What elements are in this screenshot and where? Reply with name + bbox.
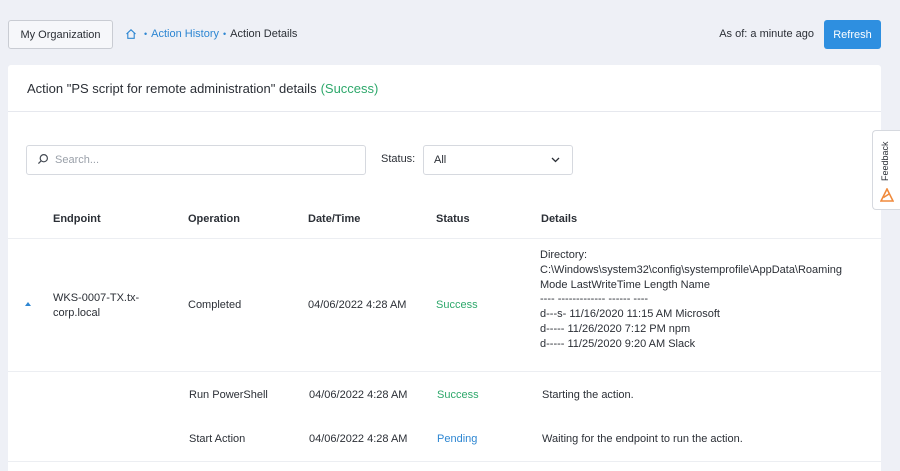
table-row[interactable]: Start Action 04/06/2022 4:28 AM Pending … xyxy=(8,417,881,462)
feedback-label: Feedback xyxy=(880,141,890,181)
chevron-down-icon xyxy=(551,154,560,166)
my-organization-button[interactable]: My Organization xyxy=(8,20,113,49)
search-box[interactable] xyxy=(26,145,366,175)
top-bar: My Organization • Action History • Actio… xyxy=(0,0,900,66)
endpoint-name-line1: WKS-0007-TX.tx- xyxy=(53,292,140,304)
column-header-endpoint[interactable]: Endpoint xyxy=(53,213,101,225)
status-filter-value: All xyxy=(434,154,447,166)
datetime-cell: 04/06/2022 4:28 AM xyxy=(309,433,408,445)
status-filter-select[interactable]: All xyxy=(423,145,573,175)
status-cell: Success xyxy=(436,299,478,311)
sub-operations: Run PowerShell 04/06/2022 4:28 AM Succes… xyxy=(8,372,881,462)
endpoint-name-line2: corp.local xyxy=(53,307,101,319)
breadcrumb-separator: • xyxy=(223,29,227,39)
breadcrumb: • Action History • Action Details xyxy=(125,28,297,40)
details-line: ---- ------------- ------ ---- xyxy=(540,293,649,306)
operation-cell: Start Action xyxy=(189,433,246,445)
datetime-cell: 04/06/2022 4:28 AM xyxy=(308,299,407,311)
refresh-button[interactable]: Refresh xyxy=(824,20,881,49)
details-line: Mode LastWriteTime Length Name xyxy=(540,278,710,291)
table-row[interactable]: WKS-0007-TX.tx- corp.local Completed 04/… xyxy=(8,239,881,372)
details-line: Directory: xyxy=(540,249,588,261)
action-details-panel: Action "PS script for remote administrat… xyxy=(8,65,881,471)
details-line: C:\Windows\system32\config\systemprofile… xyxy=(540,263,843,276)
details-line: d----- 11/26/2020 7:12 PM npm xyxy=(540,322,691,335)
operation-cell: Run PowerShell xyxy=(189,389,268,401)
details-line: d----- 11/25/2020 9:20 AM Slack xyxy=(540,337,696,350)
filters-bar: Status: All xyxy=(26,145,586,175)
datetime-cell: 04/06/2022 4:28 AM xyxy=(309,389,408,401)
details-cell: Starting the action. xyxy=(542,389,634,401)
status-cell: Success xyxy=(437,389,479,401)
feedback-icon xyxy=(880,188,894,202)
operation-cell: Completed xyxy=(188,299,242,311)
breadcrumb-current: Action Details xyxy=(230,28,298,40)
as-of-timestamp: As of: a minute ago xyxy=(719,28,814,40)
home-icon[interactable] xyxy=(125,28,137,40)
endpoint-cell: WKS-0007-TX.tx- corp.local xyxy=(53,291,139,321)
breadcrumb-separator: • xyxy=(144,29,148,39)
details-cell: Directory: C:\Windows\system32\config\sy… xyxy=(540,248,842,352)
details-cell: Waiting for the endpoint to run the acti… xyxy=(542,433,743,445)
feedback-tab[interactable]: Feedback xyxy=(872,130,900,210)
table-header: Endpoint Operation Date/Time Status Deta… xyxy=(8,199,881,239)
details-line: d---s- 11/16/2020 11:15 AM Microsoft xyxy=(540,308,720,321)
search-input[interactable] xyxy=(55,154,345,166)
title-status-badge: (Success) xyxy=(320,80,379,96)
column-header-status[interactable]: Status xyxy=(436,213,470,225)
operations-table: Endpoint Operation Date/Time Status Deta… xyxy=(8,199,881,462)
column-header-datetime[interactable]: Date/Time xyxy=(308,213,360,225)
breadcrumb-action-history[interactable]: Action History xyxy=(151,28,219,40)
panel-header: Action "PS script for remote administrat… xyxy=(8,65,881,112)
column-header-details[interactable]: Details xyxy=(541,213,577,225)
collapse-row-icon[interactable] xyxy=(25,302,31,306)
page-title: Action "PS script for remote administrat… xyxy=(27,80,317,96)
column-header-operation[interactable]: Operation xyxy=(188,213,240,225)
status-cell: Pending xyxy=(437,433,478,445)
search-icon xyxy=(37,153,49,168)
status-filter-label: Status: xyxy=(381,153,416,165)
table-row[interactable]: Run PowerShell 04/06/2022 4:28 AM Succes… xyxy=(8,372,881,417)
